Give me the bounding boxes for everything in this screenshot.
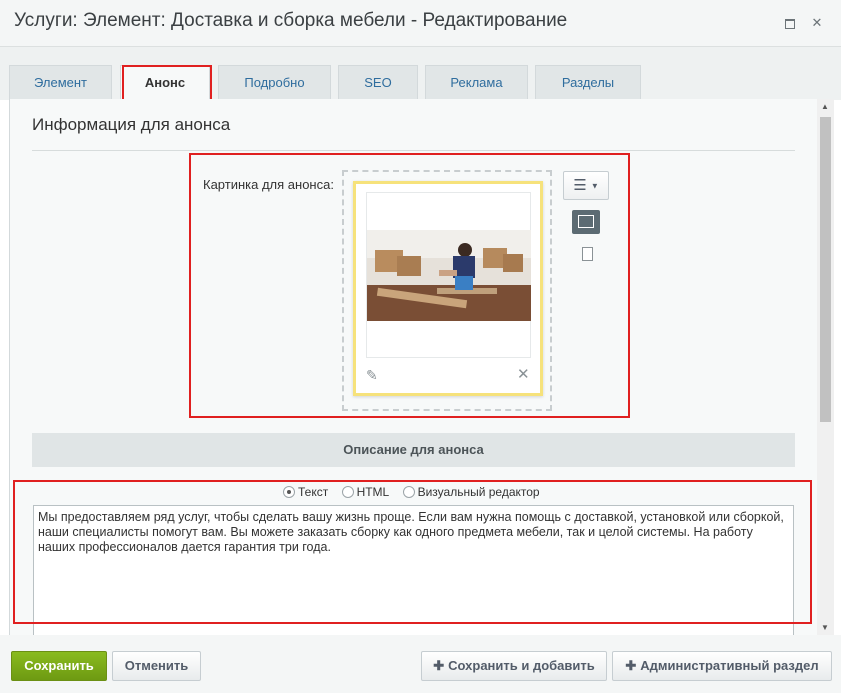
tab-bar: Элемент Анонс Подробно SEO Реклама Разде… [0,47,841,100]
tab-content-panel: Информация для анонса Картинка для анонс… [9,99,817,635]
image-menu-button[interactable]: ☰ ▼ [563,171,609,200]
image-icon[interactable] [572,210,600,234]
description-textarea[interactable]: Мы предоставляем ряд услуг, чтобы сделат… [33,505,794,635]
mode-html-option[interactable]: HTML [341,485,390,499]
save-and-add-button[interactable]: ✚ Сохранить и добавить [421,651,607,681]
tab-seo[interactable]: SEO [338,65,418,100]
hamburger-icon: ☰ [573,177,587,194]
scroll-up-icon[interactable]: ▲ [821,102,829,111]
description-header: Описание для анонса [32,433,795,467]
admin-section-button[interactable]: ✚ Административный раздел [612,651,832,681]
mode-text-label: Текст [298,485,329,499]
tab-ads[interactable]: Реклама [425,65,528,100]
section-title: Информация для анонса [32,115,231,134]
scrollbar-thumb[interactable] [820,117,831,422]
image-preview-card[interactable]: ✎ ✕ [353,181,543,396]
tab-details[interactable]: Подробно [218,65,331,100]
announce-photo [367,230,531,321]
editor-mode-switch: Текст HTML Визуальный редактор [283,485,550,499]
image-preview-frame [366,192,531,358]
radio-html[interactable] [341,486,354,498]
save-button[interactable]: Сохранить [11,651,107,681]
edit-icon[interactable]: ✎ [366,367,378,384]
mode-visual-label: Визуальный редактор [417,485,540,499]
radio-text[interactable] [283,486,295,498]
close-icon[interactable]: ✕ [808,14,826,32]
chevron-down-icon: ▼ [590,181,599,191]
tab-element[interactable]: Элемент [9,65,112,100]
picture-label: Картинка для анонса: [203,177,334,192]
tab-sections[interactable]: Разделы [535,65,641,100]
radio-visual[interactable] [402,486,415,498]
mode-text-option[interactable]: Текст [283,485,328,499]
plus-icon: ✚ [433,658,445,673]
window-title: Услуги: Элемент: Доставка и сборка мебел… [14,10,568,31]
save-and-add-label: Сохранить и добавить [448,658,595,673]
tab-announce[interactable]: Анонс [120,65,210,100]
scroll-down-icon[interactable]: ▼ [821,623,829,632]
window-titlebar: Услуги: Элемент: Доставка и сборка мебел… [0,0,841,47]
vertical-scrollbar[interactable]: ▲ ▼ [817,99,834,635]
plus-icon: ✚ [625,658,637,673]
mode-visual-option[interactable]: Визуальный редактор [402,485,540,499]
remove-icon[interactable]: ✕ [517,365,530,383]
file-icon[interactable] [582,247,593,261]
maximize-icon[interactable] [781,14,799,32]
section-divider [32,150,795,151]
cancel-button[interactable]: Отменить [112,651,201,681]
mode-html-label: HTML [356,485,390,499]
admin-section-label: Административный раздел [640,658,819,673]
dialog-footer: Сохранить Отменить ✚ Сохранить и добавить… [0,635,841,693]
